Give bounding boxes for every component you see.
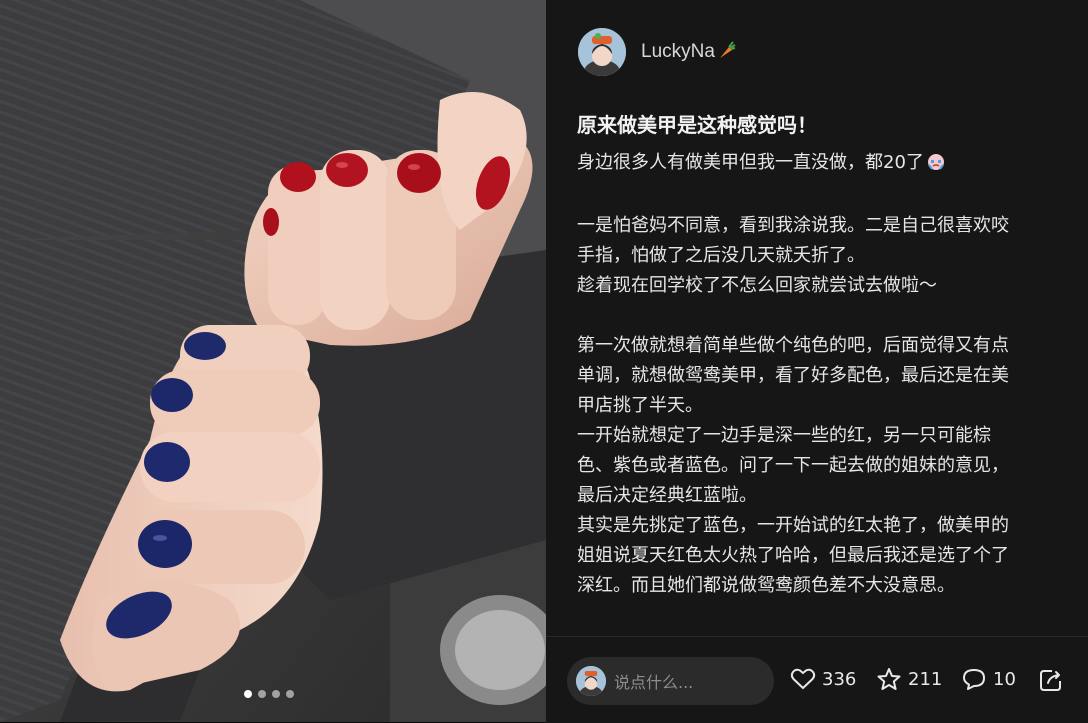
post-line: 单调，就想做鸳鸯美甲，看了好多配色，最后还是在美 [577,365,1009,386]
heart-icon [790,668,816,690]
gallery-dot-4[interactable] [286,690,294,698]
gallery-dots [244,690,294,698]
crying-face-icon [926,151,946,181]
author-avatar[interactable] [578,28,626,76]
author-header[interactable]: LuckyNa [578,28,737,76]
author-name[interactable]: LuckyNa [641,41,715,63]
post-line: 甲店挑了半天。 [577,395,703,416]
share-button[interactable] [1038,667,1070,693]
post-line: 趁着现在回学校了不怎么回家就尝试去做啦～ [577,275,937,296]
post-line: 手指，怕做了之后没几天就夭折了。 [577,245,865,266]
star-count: 211 [908,668,943,690]
engagement-bar: 说点什么... 336 211 10 [546,636,1088,723]
user-avatar [576,666,606,696]
nails-photo [0,0,546,722]
gallery-dot-2[interactable] [258,690,266,698]
collect-button[interactable]: 211 [876,667,942,691]
post-line: 姐姐说夏天红色太火热了哈哈，但最后我还是选了个了 [577,545,1009,566]
post-image[interactable] [0,0,546,722]
comment-icon [963,669,985,690]
comment-placeholder[interactable]: 说点什么... [614,669,693,693]
post-content: 原来做美甲是这种感觉吗！ 身边很多人有做美甲但我一直没做，都20了 一是怕爸妈不… [577,110,1061,601]
post-line: 最后决定经典红蓝啦。 [577,485,757,506]
post-line: 第一次做就想着简单些做个纯色的吧，后面觉得又有点 [577,335,1009,356]
avatar-image [578,28,626,76]
post-line: 一是怕爸妈不同意，看到我涂说我。二是自己很喜欢咬 [577,215,1009,236]
post-detail-panel: LuckyNa 原来做美甲是这种感觉吗！ 身边很多人有做美甲但我一直没做，都20… [546,0,1088,723]
like-count: 336 [822,668,857,690]
post-title: 原来做美甲是这种感觉吗！ [577,113,817,137]
post-line: 色、紫色或者蓝色。问了一下一起去做的姐妹的意见， [577,455,1009,476]
post-line: 一开始就想定了一边手是深一些的红，另一只可能棕 [577,425,991,446]
post-line: 身边很多人有做美甲但我一直没做，都20了 [577,148,1061,181]
like-button[interactable]: 336 [790,667,856,691]
comment-button[interactable]: 10 [961,667,1016,691]
post-line: 深红。而且她们都说做鸳鸯颜色差不大没意思。 [577,575,955,596]
share-icon [1040,670,1061,691]
gallery-dot-1[interactable] [244,690,252,698]
carrot-emoji-icon [717,40,737,64]
star-icon [877,668,901,690]
comment-input[interactable]: 说点什么... [567,657,774,705]
gallery-dot-3[interactable] [272,690,280,698]
comment-count: 10 [993,668,1016,690]
post-line: 其实是先挑定了蓝色，一开始试的红太艳了，做美甲的 [577,515,1009,536]
